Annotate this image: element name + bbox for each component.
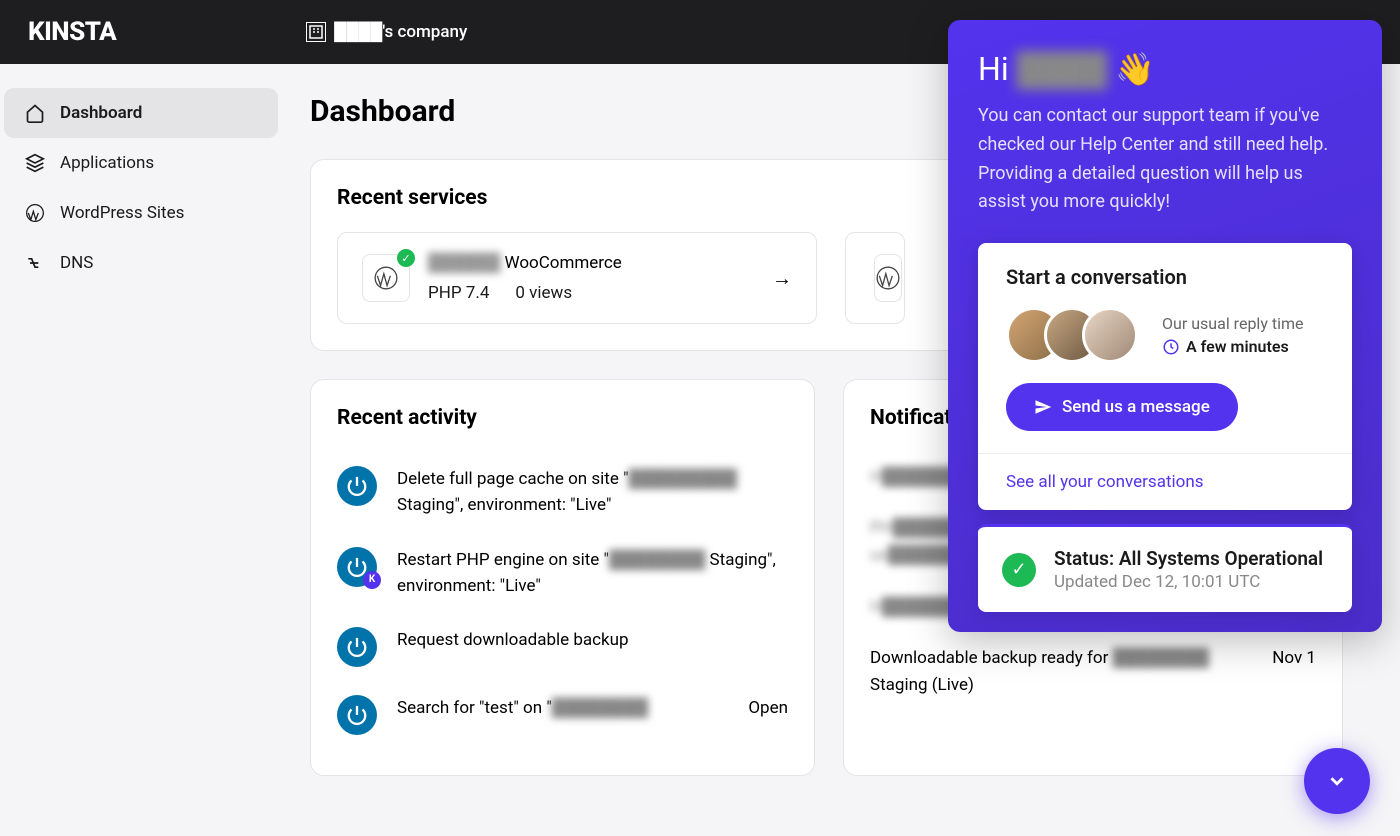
support-chat-widget: Hi ████ 👋 You can contact our support te… (948, 20, 1382, 632)
activity-item[interactable]: K Restart PHP engine on site "████████ St… (337, 533, 788, 614)
status-title: Status: All Systems Operational (1054, 547, 1323, 570)
avatar (1082, 307, 1138, 363)
power-icon (337, 466, 377, 506)
chat-conversation-card: Start a conversation Our usual reply tim… (978, 243, 1352, 510)
company-name: ████'s company (334, 22, 467, 42)
power-icon (337, 695, 377, 735)
sidebar-item-label: WordPress Sites (60, 203, 184, 223)
send-message-button[interactable]: Send us a message (1006, 383, 1238, 431)
layers-icon (24, 152, 46, 174)
sidebar-item-label: DNS (60, 253, 93, 273)
reply-info: Our usual reply time A few minutes (1162, 314, 1304, 356)
activity-text: Restart PHP engine on site "████████ Sta… (397, 547, 788, 600)
activity-item[interactable]: Delete full page cache on site "████████… (337, 452, 788, 533)
send-icon (1034, 398, 1052, 416)
chat-intro-text: You can contact our support team if you'… (978, 102, 1352, 217)
building-icon (306, 22, 326, 42)
activity-text: Delete full page cache on site "████████… (397, 466, 788, 519)
power-icon (337, 627, 377, 667)
check-icon: ✓ (1002, 553, 1036, 587)
sidebar-item-label: Applications (60, 153, 154, 173)
activity-text: Request downloadable backup (397, 627, 629, 653)
activity-item[interactable]: Request downloadable backup (337, 613, 788, 681)
recent-activity-title: Recent activity (337, 406, 788, 430)
power-icon: K (337, 547, 377, 587)
sidebar: Dashboard Applications WordPress Sites D… (0, 64, 290, 836)
dns-icon (24, 252, 46, 274)
status-active-icon: ✓ (397, 249, 415, 267)
sidebar-item-dns[interactable]: DNS (4, 238, 278, 288)
see-all-conversations-link[interactable]: See all your conversations (978, 453, 1352, 510)
wordpress-badge: ✓ (362, 254, 410, 302)
system-status-card[interactable]: ✓ Status: All Systems Operational Update… (978, 524, 1352, 612)
brand-logo: KINSTA (28, 17, 116, 47)
notification-date: Nov 1 (1272, 645, 1316, 699)
service-meta: PHP 7.4 0 views (428, 283, 622, 303)
kinsta-badge-icon: K (363, 571, 381, 589)
wordpress-icon (24, 202, 46, 224)
chevron-down-icon (1326, 770, 1348, 792)
recent-activity-card: Recent activity Delete full page cache o… (310, 379, 815, 776)
support-avatars (1006, 307, 1138, 363)
sidebar-item-label: Dashboard (60, 103, 142, 123)
notification-item[interactable]: Downloadable backup ready for ████████ S… (870, 633, 1316, 711)
status-updated: Updated Dec 12, 10:01 UTC (1054, 572, 1323, 592)
wordpress-badge (874, 254, 902, 302)
notification-text: Downloadable backup ready for ████████ S… (870, 645, 1252, 699)
service-tile[interactable]: ✓ ██████ WooCommerce PHP 7.4 0 views → (337, 232, 817, 324)
activity-text: Search for "test" on "████████ (397, 695, 648, 721)
sidebar-item-dashboard[interactable]: Dashboard (4, 88, 278, 138)
activity-item[interactable]: Search for "test" on "████████ Open (337, 681, 788, 749)
activity-status: Open (748, 695, 788, 721)
chat-toggle-button[interactable] (1304, 748, 1370, 814)
service-tile-next[interactable] (845, 232, 905, 324)
clock-icon (1162, 338, 1180, 356)
start-conversation-title: Start a conversation (1006, 265, 1324, 289)
company-selector[interactable]: ████'s company (306, 22, 467, 42)
arrow-right-icon: → (772, 266, 792, 291)
home-icon (24, 102, 46, 124)
sidebar-item-wordpress-sites[interactable]: WordPress Sites (4, 188, 278, 238)
sidebar-item-applications[interactable]: Applications (4, 138, 278, 188)
service-name: ██████ WooCommerce (428, 253, 622, 273)
chat-greeting: Hi ████ 👋 (978, 50, 1352, 88)
